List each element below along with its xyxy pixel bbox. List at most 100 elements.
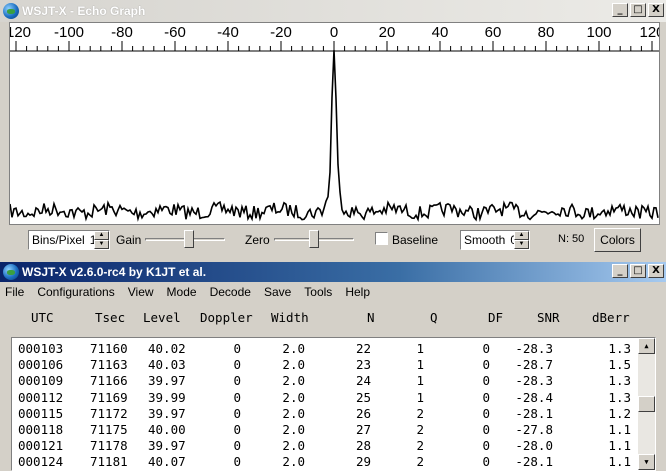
cell-dberr: 1.1	[608, 422, 631, 437]
menu-save[interactable]: Save	[258, 283, 298, 301]
menu-mode[interactable]: Mode	[161, 283, 204, 301]
cell-utc: 000118	[18, 422, 64, 437]
menu-tools[interactable]: Tools	[298, 283, 339, 301]
cell-df: 0	[482, 438, 490, 454]
smooth-label: Smooth	[464, 233, 506, 247]
main-titlebar[interactable]: WSJT-X v2.6.0-rc4 by K1JT et al. _ □ X	[0, 262, 666, 282]
baseline-label: Baseline	[392, 233, 439, 247]
cell-dberr: 1.3	[608, 341, 631, 356]
spin-down-icon[interactable]: ▼	[514, 240, 529, 249]
axis-tick-label: 80	[538, 24, 555, 41]
cell-width: 2.0	[282, 373, 305, 389]
cell-level: 40.03	[148, 357, 186, 373]
cell-width: 2.0	[282, 405, 305, 421]
table-row[interactable]: 000121 71178 39.97 0 2.0 28 2 0 -28.0 1.1	[12, 438, 637, 454]
cell-width: 2.0	[282, 422, 305, 437]
minimize-button[interactable]: _	[612, 264, 628, 278]
cell-q: 1	[416, 357, 424, 373]
spin-down-icon[interactable]: ▼	[94, 240, 109, 249]
menu-file[interactable]: File	[0, 283, 31, 301]
wsjtx-main-window: WSJT-X v2.6.0-rc4 by K1JT et al. _ □ X F…	[0, 262, 666, 471]
menu-bar: File Configurations View Mode Decode Sav…	[0, 283, 666, 301]
wsjtx-globe-icon	[3, 3, 19, 19]
main-title: WSJT-X v2.6.0-rc4 by K1JT et al.	[22, 265, 207, 279]
table-row[interactable]: 000109 71166 39.97 0 2.0 24 1 0 -28.3 1.3	[12, 373, 637, 389]
spin-up-icon[interactable]: ▲	[514, 231, 529, 240]
axis-tick-label: 20	[379, 24, 396, 41]
cell-width: 2.0	[282, 438, 305, 454]
menu-help[interactable]: Help	[339, 283, 377, 301]
axis-tick-label: 60	[485, 24, 502, 41]
bins-per-pixel-spinbox[interactable]: Bins/Pixel 1 ▲▼	[28, 230, 110, 250]
close-button[interactable]: X	[648, 264, 664, 278]
axis-tick-label: 100	[586, 24, 611, 41]
cell-tsec: 71160	[90, 341, 128, 356]
close-button[interactable]: X	[648, 3, 664, 17]
cell-dberr: 1.1	[608, 438, 631, 454]
axis-tick-label: 0	[330, 24, 338, 41]
axis-tick-label: 120	[639, 24, 659, 41]
scroll-down-icon[interactable]: ▼	[638, 454, 655, 470]
cell-utc: 000109	[18, 373, 64, 389]
echo-table[interactable]: 000124 71181 40.07 0 2.0 29 2 0 -28.1 1.1 000121 71…	[11, 337, 656, 471]
menu-configurations[interactable]: Configurations	[31, 283, 121, 301]
cell-snr: -28.4	[515, 389, 553, 405]
colors-button[interactable]: Colors	[594, 228, 641, 252]
cell-q: 1	[416, 389, 424, 405]
table-row[interactable]: 000112 71169 39.99 0 2.0 25 1 0 -28.4 1.3	[12, 390, 637, 406]
cell-level: 39.99	[148, 389, 186, 405]
gain-slider[interactable]	[145, 229, 225, 249]
cell-width: 2.0	[282, 389, 305, 405]
cell-n: 29	[355, 454, 371, 470]
cell-n: 22	[355, 341, 371, 356]
cell-level: 39.97	[148, 373, 186, 389]
maximize-button[interactable]: □	[630, 3, 646, 17]
table-row[interactable]: 000118 71175 40.00 0 2.0 27 2 0 -27.8 1.1	[12, 422, 637, 438]
echo-graph-titlebar[interactable]: WSJT-X - Echo Graph _ □ X	[0, 0, 666, 22]
axis-tick-label: -60	[164, 24, 186, 41]
cell-dberr: 1.3	[608, 389, 631, 405]
zero-slider[interactable]	[274, 229, 354, 249]
scroll-thumb[interactable]	[638, 396, 655, 412]
axis-tick-label: -80	[111, 24, 133, 41]
maximize-button[interactable]: □	[630, 264, 646, 278]
bins-per-pixel-label: Bins/Pixel	[32, 233, 85, 247]
cell-utc: 000121	[18, 438, 64, 454]
col-width: Width	[271, 310, 309, 325]
axis-tick-label: -20	[270, 24, 292, 41]
col-utc: UTC	[31, 310, 54, 325]
cell-dberr: 1.5	[608, 357, 631, 373]
table-vertical-scrollbar[interactable]: ▲ ▼	[638, 338, 655, 470]
spin-up-icon[interactable]: ▲	[94, 231, 109, 240]
minimize-button[interactable]: _	[612, 3, 628, 17]
table-row[interactable]: 000103 71160 40.02 0 2.0 22 1 0 -28.3 1.3	[12, 341, 637, 357]
cell-doppler: 0	[233, 422, 241, 437]
gain-slider-thumb[interactable]	[184, 230, 194, 248]
cell-tsec: 71178	[90, 438, 128, 454]
cell-n: 24	[355, 373, 371, 389]
cell-df: 0	[482, 422, 490, 437]
cell-dberr: 1.3	[608, 373, 631, 389]
col-n: N	[367, 310, 375, 325]
cell-utc: 000106	[18, 357, 64, 373]
cell-q: 2	[416, 454, 424, 470]
echo-spectrum-svg: -120 -100 -80 -60 -40 -20 0 20 40 60 80 100 120	[10, 24, 659, 223]
cell-tsec: 71169	[90, 389, 128, 405]
scroll-up-icon[interactable]: ▲	[638, 338, 655, 354]
cell-dberr: 1.2	[608, 405, 631, 421]
table-row[interactable]: 000124 71181 40.07 0 2.0 29 2 0 -28.1 1.1	[12, 454, 637, 470]
zero-slider-thumb[interactable]	[309, 230, 319, 248]
cell-level: 40.07	[148, 454, 186, 470]
table-row[interactable]: 000106 71163 40.03 0 2.0 23 1 0 -28.7 1.5	[12, 357, 637, 373]
smooth-spinbox[interactable]: Smooth 0 ▲▼	[460, 230, 530, 250]
baseline-checkbox[interactable]	[375, 232, 388, 245]
cell-snr: -28.1	[515, 405, 553, 421]
menu-view[interactable]: View	[122, 283, 161, 301]
table-row[interactable]: 000115 71172 39.97 0 2.0 26 2 0 -28.1 1.2	[12, 406, 637, 422]
col-level: Level	[143, 310, 181, 325]
cell-snr: -28.3	[515, 373, 553, 389]
col-dberr: dBerr	[592, 310, 630, 325]
echo-table-header: UTC Tsec Level Doppler Width N Q DF SNR …	[11, 310, 656, 334]
echo-plot[interactable]: -120 -100 -80 -60 -40 -20 0 20 40 60 80 100 120	[9, 22, 660, 225]
menu-decode[interactable]: Decode	[204, 283, 258, 301]
